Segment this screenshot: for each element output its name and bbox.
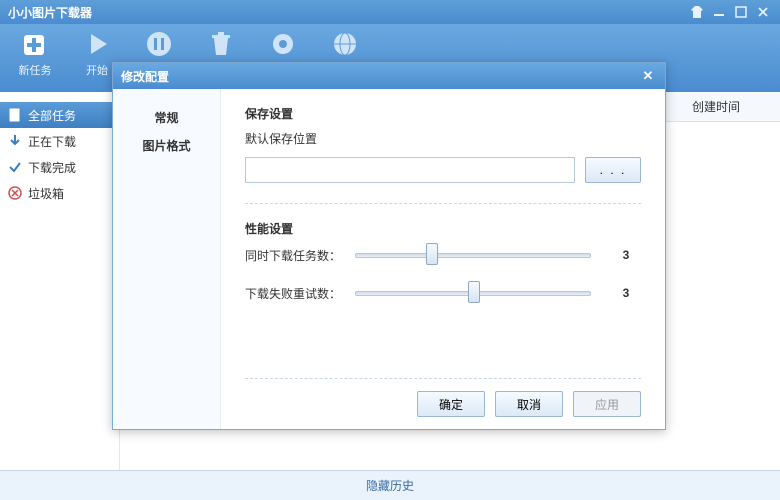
footer-label: 隐藏历史 (366, 477, 414, 494)
dialog-main: 保存设置 默认保存位置 . . . 性能设置 同时下载任务数： 3 下载失败重试… (221, 89, 665, 429)
trash-icon (205, 28, 237, 60)
new-task-icon (19, 28, 51, 60)
cancel-button[interactable]: 取消 (495, 391, 563, 417)
sidebar-label: 垃圾箱 (28, 185, 64, 202)
concurrent-slider[interactable] (355, 245, 591, 265)
save-path-input[interactable] (245, 157, 575, 183)
dialog-close-button[interactable]: ✕ (639, 68, 657, 84)
slider-thumb[interactable] (426, 243, 438, 265)
ok-button[interactable]: 确定 (417, 391, 485, 417)
close-button[interactable] (754, 5, 772, 19)
start-label: 开始 (86, 62, 108, 78)
concurrent-value: 3 (611, 248, 641, 262)
close-icon: ✕ (643, 68, 654, 84)
sidebar-label: 下载完成 (28, 159, 76, 176)
sidebar: 全部任务 正在下载 下载完成 垃圾箱 (0, 92, 120, 470)
new-task-button[interactable]: 新任务 (10, 28, 60, 92)
maximize-button[interactable] (732, 5, 750, 19)
sidebar-item-downloading[interactable]: 正在下载 (0, 128, 119, 154)
save-section-title: 保存设置 (245, 105, 641, 122)
pause-icon (143, 28, 175, 60)
dialog-titlebar: 修改配置 ✕ (113, 63, 665, 89)
gear-icon (267, 28, 299, 60)
default-location-label: 默认保存位置 (245, 130, 641, 147)
nav-image-format[interactable]: 图片格式 (113, 131, 220, 159)
check-icon (8, 160, 22, 174)
download-icon (8, 134, 22, 148)
new-task-label: 新任务 (19, 62, 52, 78)
concurrent-label: 同时下载任务数： (245, 247, 355, 264)
browse-button[interactable]: . . . (585, 157, 641, 183)
retry-value: 3 (611, 286, 641, 300)
play-icon (81, 28, 113, 60)
divider (245, 378, 641, 379)
divider (245, 203, 641, 204)
col-created: 创建时间 (692, 98, 740, 115)
slider-thumb[interactable] (468, 281, 480, 303)
minimize-button[interactable] (710, 5, 728, 19)
retry-label: 下载失败重试数： (245, 285, 355, 302)
document-icon (8, 108, 22, 122)
skin-icon[interactable] (688, 5, 706, 19)
perf-section-title: 性能设置 (245, 220, 641, 237)
globe-icon (329, 28, 361, 60)
apply-button[interactable]: 应用 (573, 391, 641, 417)
sidebar-item-completed[interactable]: 下载完成 (0, 154, 119, 180)
dialog-nav: 常规 图片格式 (113, 89, 221, 429)
app-title: 小小图片下载器 (8, 4, 92, 21)
hide-history-link[interactable]: 隐藏历史 (0, 470, 780, 500)
nav-general[interactable]: 常规 (113, 103, 220, 131)
retry-slider[interactable] (355, 283, 591, 303)
sidebar-label: 全部任务 (28, 107, 76, 124)
sidebar-label: 正在下载 (28, 133, 76, 150)
settings-dialog: 修改配置 ✕ 常规 图片格式 保存设置 默认保存位置 . . . 性能设置 同时… (112, 62, 666, 430)
dialog-title: 修改配置 (121, 68, 169, 85)
sidebar-item-trash[interactable]: 垃圾箱 (0, 180, 119, 206)
delete-circle-icon (8, 186, 22, 200)
sidebar-item-all-tasks[interactable]: 全部任务 (0, 102, 119, 128)
titlebar: 小小图片下载器 (0, 0, 780, 24)
